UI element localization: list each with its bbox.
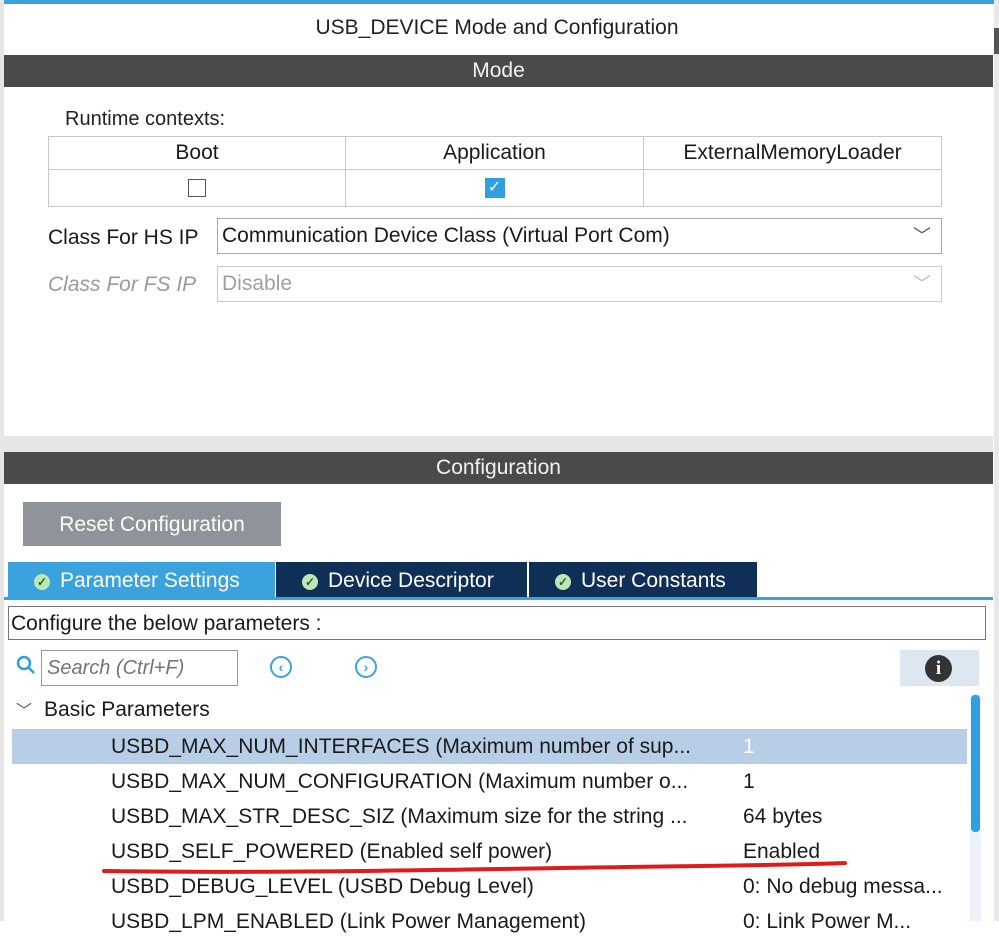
check-circle-icon: ✓ [34, 574, 50, 590]
chevron-down-icon: ﹀ [16, 703, 33, 720]
tab-parameter-settings[interactable]: ✓ Parameter Settings [8, 562, 275, 597]
external-memory-loader-cell [643, 169, 942, 207]
class-fs-value: Disable [222, 272, 293, 295]
previous-match-button[interactable]: ‹ [270, 656, 292, 678]
application-checkbox[interactable]: ✓ [484, 178, 505, 199]
class-fs-label: Class For FS IP [48, 273, 197, 296]
search-input[interactable] [41, 650, 238, 686]
context-header-external-memory-loader: ExternalMemoryLoader [643, 136, 942, 170]
tab-label: Parameter Settings [60, 569, 240, 592]
class-fs-select: Disable ﹀ [217, 266, 942, 302]
param-name: USBD_MAX_NUM_CONFIGURATION (Maximum numb… [111, 770, 689, 793]
table-row[interactable]: USBD_SELF_POWERED (Enabled self power) E… [12, 834, 967, 869]
param-name: USBD_SELF_POWERED (Enabled self power) [111, 840, 553, 863]
param-value: 1 [743, 770, 755, 793]
info-icon: i [925, 655, 952, 682]
param-value: Enabled [743, 840, 821, 863]
param-value: 1 [743, 735, 755, 758]
param-value: 64 bytes [743, 805, 823, 828]
context-header-boot: Boot [48, 136, 346, 170]
outer-scrollbar[interactable] [994, 0, 999, 921]
chevron-down-icon: ﹀ [913, 274, 931, 294]
mode-header: Mode [4, 55, 993, 87]
tab-user-constants[interactable]: ✓ User Constants [529, 562, 757, 597]
group-label: Basic Parameters [44, 698, 210, 721]
check-circle-icon: ✓ [302, 574, 318, 590]
chevron-down-icon: ﹀ [913, 226, 931, 246]
table-row[interactable]: USBD_MAX_NUM_INTERFACES (Maximum number … [12, 729, 967, 764]
param-name: USBD_LPM_ENABLED (Link Power Management) [111, 910, 587, 933]
param-value: 0: No debug messa... [743, 875, 943, 898]
info-button[interactable]: i [900, 650, 979, 686]
tab-device-descriptor[interactable]: ✓ Device Descriptor [276, 562, 527, 597]
panel-divider [4, 436, 993, 452]
basic-parameters-group[interactable]: ﹀ Basic Parameters [16, 697, 210, 722]
window-title: USB_DEVICE Mode and Configuration [315, 16, 679, 39]
param-name: USBD_MAX_STR_DESC_SIZ (Maximum size for … [111, 805, 688, 828]
window-top-border [0, 0, 999, 4]
tab-underline [4, 597, 993, 600]
table-row[interactable]: USBD_MAX_STR_DESC_SIZ (Maximum size for … [12, 799, 967, 834]
tab-label: User Constants [581, 569, 726, 592]
search-icon [16, 655, 36, 681]
reset-configuration-button[interactable]: Reset Configuration [23, 502, 281, 546]
class-hs-select[interactable]: Communication Device Class (Virtual Port… [217, 218, 942, 254]
context-header-application: Application [345, 136, 644, 170]
runtime-contexts-label: Runtime contexts: [65, 108, 226, 130]
check-circle-icon: ✓ [555, 574, 571, 590]
table-row[interactable]: USBD_MAX_NUM_CONFIGURATION (Maximum numb… [12, 764, 967, 799]
param-name: USBD_DEBUG_LEVEL (USBD Debug Level) [111, 875, 534, 898]
boot-checkbox[interactable] [188, 179, 206, 198]
configuration-header: Configuration [4, 452, 993, 484]
tab-label: Device Descriptor [328, 569, 494, 592]
next-match-button[interactable]: › [355, 656, 377, 678]
runtime-contexts-table: Boot Application ExternalMemoryLoader ✓ [48, 136, 942, 207]
class-hs-label: Class For HS IP [48, 226, 199, 249]
class-hs-value: Communication Device Class (Virtual Port… [222, 224, 670, 247]
param-name: USBD_MAX_NUM_INTERFACES (Maximum number … [111, 735, 691, 758]
instructions-text: Configure the below parameters : [8, 606, 986, 640]
table-row[interactable]: USBD_LPM_ENABLED (Link Power Management)… [12, 904, 967, 939]
params-scrollbar-thumb[interactable] [971, 695, 980, 832]
outer-scrollbar-thumb[interactable] [994, 28, 999, 54]
table-row[interactable]: USBD_DEBUG_LEVEL (USBD Debug Level) 0: N… [12, 869, 967, 904]
param-value: 0: Link Power M... [743, 910, 912, 933]
